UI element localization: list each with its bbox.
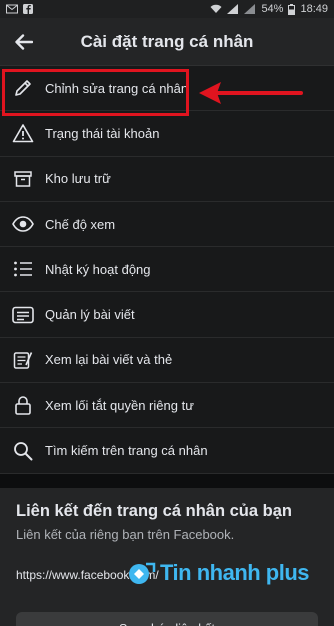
battery-icon [288,3,296,15]
warning-icon [12,122,34,144]
menu-item-view-as[interactable]: Chế độ xem [0,202,334,248]
menu-item-label: Trạng thái tài khoản [45,125,160,141]
facebook-notif-icon [23,4,33,14]
list-icon [12,258,34,280]
link-section-title: Liên kết đến trang cá nhân của bạn [16,501,292,520]
signal-icon-2 [244,4,256,14]
mail-icon [6,4,18,14]
review-icon [12,349,34,371]
status-left [6,4,34,14]
menu-item-label: Chế độ xem [45,216,116,232]
menu-item-manage-posts[interactable]: Quản lý bài viết [0,292,334,338]
clock: 18:49 [300,3,328,15]
signal-icon [227,4,239,14]
profile-link-section: Liên kết đến trang cá nhân của bạn Liên … [0,487,334,626]
status-bar: 54% 18:49 [0,0,334,18]
section-divider [0,473,334,488]
wifi-icon [210,4,222,13]
menu-item-archive[interactable]: Kho lưu trữ [0,157,334,202]
pencil-icon [12,77,34,99]
back-button[interactable] [12,30,36,54]
menu-item-search-profile[interactable]: Tìm kiếm trên trang cá nhân [0,428,334,474]
menu-item-review-posts-tags[interactable]: Xem lại bài viết và thẻ [0,338,334,384]
battery-level: 54% [261,3,284,15]
eye-icon [12,213,34,235]
menu-item-label: Xem lại bài viết và thẻ [45,352,173,368]
menu-item-label: Tìm kiếm trên trang cá nhân [45,443,208,459]
menu-item-label: Chỉnh sửa trang cá nhân [45,80,189,96]
arrow-left-icon [15,33,33,50]
watermark-logo-icon [129,562,156,584]
menu-item-label: Xem lối tắt quyền riêng tư [45,397,194,413]
status-right: 54% 18:49 [210,3,328,15]
header: Cài đặt trang cá nhân [0,18,334,66]
page-title: Cài đặt trang cá nhân [80,31,254,51]
lock-icon [12,394,34,416]
search-icon [12,440,34,462]
menu-item-account-status[interactable]: Trạng thái tài khoản [0,111,334,157]
red-arrow-icon [199,82,303,104]
watermark: Tin nhanh plus [128,560,310,586]
link-section-subtitle: Liên kết của riêng bạn trên Facebook. [16,526,235,542]
archive-icon [12,168,34,190]
menu-item-label: Quản lý bài viết [45,307,135,323]
menu-item-activity-log[interactable]: Nhật ký hoạt động [0,247,334,293]
menu-item-label: Kho lưu trữ [45,171,111,187]
copy-link-button[interactable]: Sao chép liên kết [16,611,318,626]
settings-menu: Chỉnh sửa trang cá nhân Trạng thái tài k… [0,66,334,474]
watermark-text: Tin nhanh plus [160,560,310,585]
posts-icon [12,304,34,326]
menu-item-label: Nhật ký hoạt động [45,261,151,277]
menu-item-privacy-shortcuts[interactable]: Xem lối tắt quyền riêng tư [0,383,334,429]
